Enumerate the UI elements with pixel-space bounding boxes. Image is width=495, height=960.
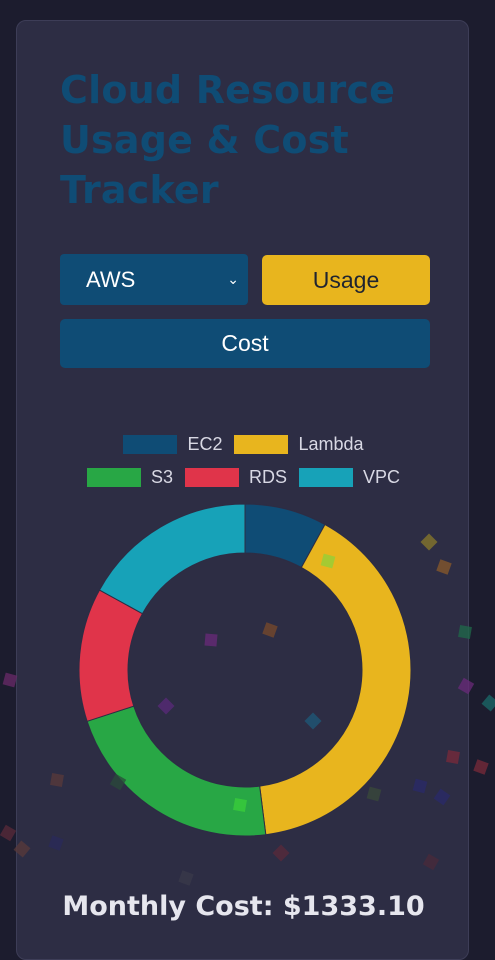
confetti-particle [233, 798, 247, 812]
confetti-particle [204, 633, 218, 647]
confetti-particle [481, 694, 495, 712]
confetti-particle [446, 750, 460, 764]
slice-rds[interactable] [78, 589, 144, 722]
slice-lambda[interactable] [259, 523, 412, 836]
confetti-particle [458, 625, 472, 639]
monthly-cost: Monthly Cost: $1333.10 [62, 891, 425, 922]
confetti-particle [0, 824, 17, 842]
tracker-card: Cloud Resource Usage & Cost Tracker AWS … [16, 20, 469, 960]
confetti-particle [50, 773, 64, 787]
slice-vpc[interactable] [98, 503, 246, 615]
slice-s3[interactable] [86, 705, 267, 837]
cost-doughnut-chart[interactable] [17, 21, 470, 881]
confetti-particle [473, 759, 489, 775]
